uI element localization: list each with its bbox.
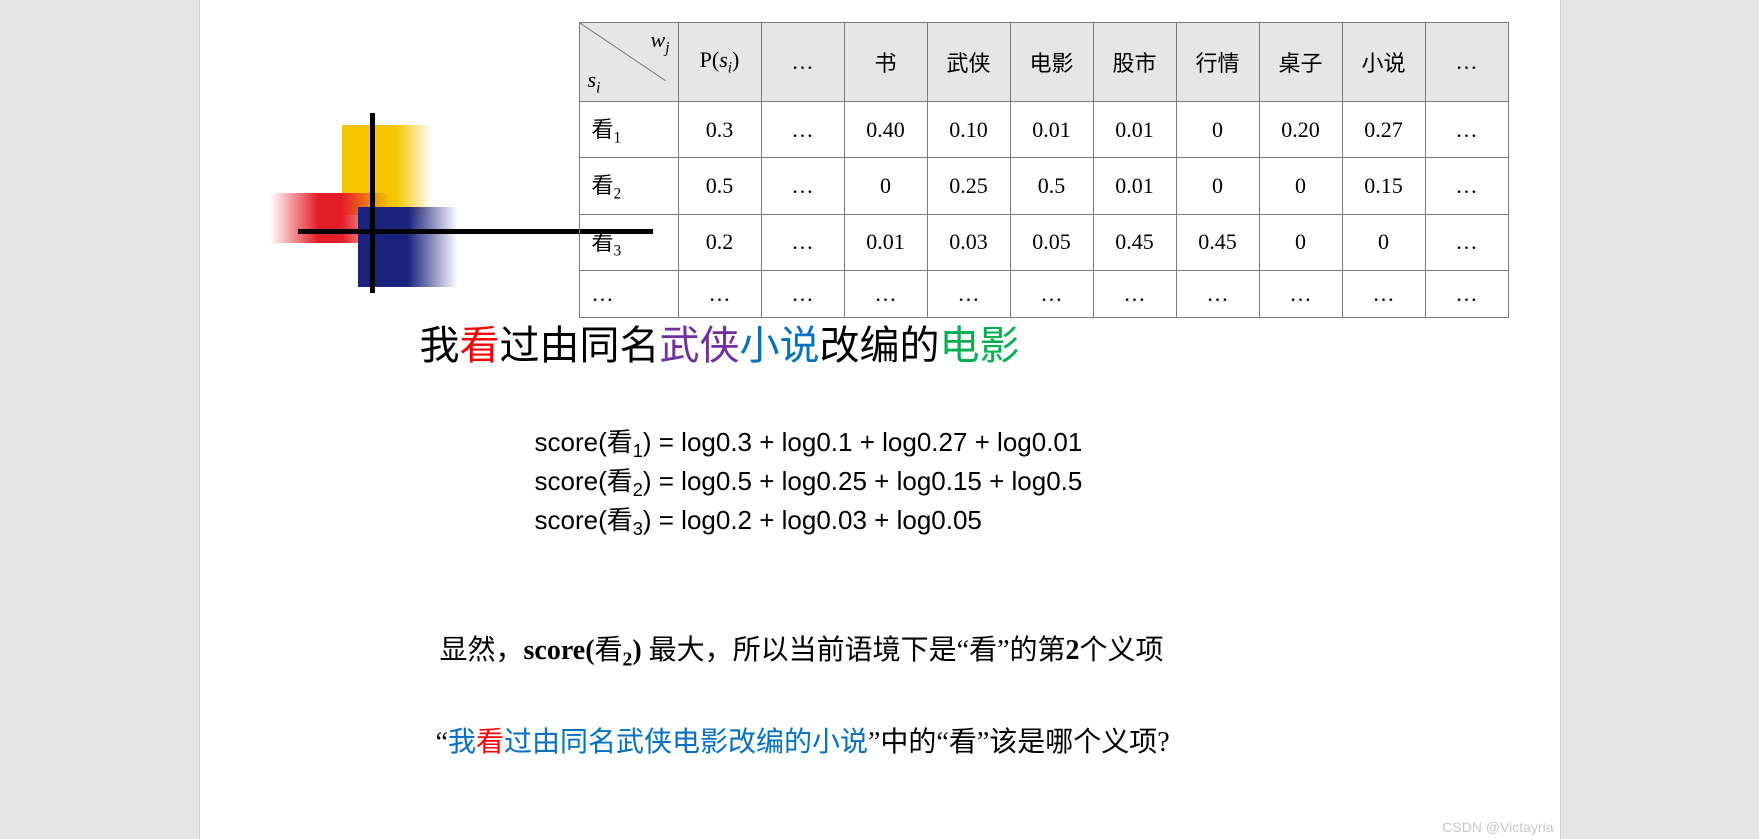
cell: 0.27 <box>1342 102 1425 158</box>
cell: … <box>761 214 844 270</box>
cell: 0.01 <box>1093 102 1176 158</box>
sent-seg: 过由同名 <box>500 323 660 368</box>
cell: … <box>844 271 927 318</box>
cell: 0 <box>1259 214 1342 270</box>
score-formulas: score(看1) = log0.3 + log0.1 + log0.27 + … <box>535 425 1083 541</box>
header-col: 武侠 <box>927 23 1010 102</box>
cell: … <box>1342 271 1425 318</box>
row-label: 看3 <box>579 214 678 270</box>
logo-vertical-line <box>370 113 375 293</box>
question-line: “我看过由同名武侠电影改编的小说”中的“看”该是哪个义项? <box>436 720 1170 760</box>
header-col: … <box>1425 23 1508 102</box>
slide: wj si P(si) … 书 武侠 电影 股市 行情 桌子 小说 … 看1 0… <box>200 0 1560 839</box>
cell: 0.01 <box>1010 102 1093 158</box>
cell: 0.15 <box>1342 158 1425 214</box>
cell: … <box>1425 158 1508 214</box>
header-col: 电影 <box>1010 23 1093 102</box>
cell: … <box>1425 214 1508 270</box>
header-dots: … <box>761 23 844 102</box>
sent-seg: 改编的 <box>820 323 940 368</box>
header-psi: P(si) <box>678 23 761 102</box>
cell: 0.20 <box>1259 102 1342 158</box>
cell: … <box>1259 271 1342 318</box>
header-col: 书 <box>844 23 927 102</box>
formula-row: score(看3) = log0.2 + log0.03 + log0.05 <box>535 503 1083 542</box>
sent-seg-wuxia: 武侠 <box>660 323 740 368</box>
cell: … <box>1176 271 1259 318</box>
cell: 0.40 <box>844 102 927 158</box>
cell-p: 0.2 <box>678 214 761 270</box>
header-col: 桌子 <box>1259 23 1342 102</box>
example-sentence: 我看过由同名武侠小说改编的电影 <box>420 322 1020 370</box>
header-diag-cell: wj si <box>579 23 678 102</box>
row-label: 看1 <box>579 102 678 158</box>
cell: … <box>761 102 844 158</box>
sent-seg-xiaoshuo: 小说 <box>740 323 820 368</box>
cell: 0.01 <box>844 214 927 270</box>
row-label: 看2 <box>579 158 678 214</box>
cell: 0 <box>1259 158 1342 214</box>
header-col: 股市 <box>1093 23 1176 102</box>
sent-seg-kan: 看 <box>460 323 500 368</box>
probability-table: wj si P(si) … 书 武侠 电影 股市 行情 桌子 小说 … 看1 0… <box>579 22 1509 318</box>
cell: … <box>761 158 844 214</box>
cell: … <box>761 271 844 318</box>
cell: 0 <box>1176 102 1259 158</box>
table-row: … … … … … … … … … … … <box>579 271 1508 318</box>
row-label: … <box>579 271 678 318</box>
cell-p: … <box>678 271 761 318</box>
cell: 0 <box>1342 214 1425 270</box>
cell: 0.45 <box>1093 214 1176 270</box>
sent-seg: 我 <box>420 323 460 368</box>
formula-row: score(看2) = log0.5 + log0.25 + log0.15 +… <box>535 464 1083 503</box>
cell-p: 0.5 <box>678 158 761 214</box>
cell: 0.5 <box>1010 158 1093 214</box>
logo-mondrian <box>270 125 530 305</box>
table-row: 看1 0.3 … 0.40 0.10 0.01 0.01 0 0.20 0.27… <box>579 102 1508 158</box>
cell: 0.01 <box>1093 158 1176 214</box>
watermark: CSDN @Victayria <box>1442 819 1553 835</box>
cell: … <box>1093 271 1176 318</box>
cell: … <box>1010 271 1093 318</box>
formula-row: score(看1) = log0.3 + log0.1 + log0.27 + … <box>535 425 1083 464</box>
table-header-row: wj si P(si) … 书 武侠 电影 股市 行情 桌子 小说 … <box>579 23 1508 102</box>
header-col: 行情 <box>1176 23 1259 102</box>
cell: 0.10 <box>927 102 1010 158</box>
cell: … <box>927 271 1010 318</box>
table-row: 看2 0.5 … 0 0.25 0.5 0.01 0 0 0.15 … <box>579 158 1508 214</box>
table-row: 看3 0.2 … 0.01 0.03 0.05 0.45 0.45 0 0 … <box>579 214 1508 270</box>
cell: … <box>1425 271 1508 318</box>
cell: 0.25 <box>927 158 1010 214</box>
cell: 0 <box>844 158 927 214</box>
cell: 0.45 <box>1176 214 1259 270</box>
sent-seg-dianying: 电影 <box>940 323 1020 368</box>
cell: 0.05 <box>1010 214 1093 270</box>
header-col: 小说 <box>1342 23 1425 102</box>
cell-p: 0.3 <box>678 102 761 158</box>
cell: … <box>1425 102 1508 158</box>
cell: 0 <box>1176 158 1259 214</box>
conclusion-line: 显然，score(看2) 最大，所以当前语境下是“看”的第2个义项 <box>440 630 1164 675</box>
cell: 0.03 <box>927 214 1010 270</box>
